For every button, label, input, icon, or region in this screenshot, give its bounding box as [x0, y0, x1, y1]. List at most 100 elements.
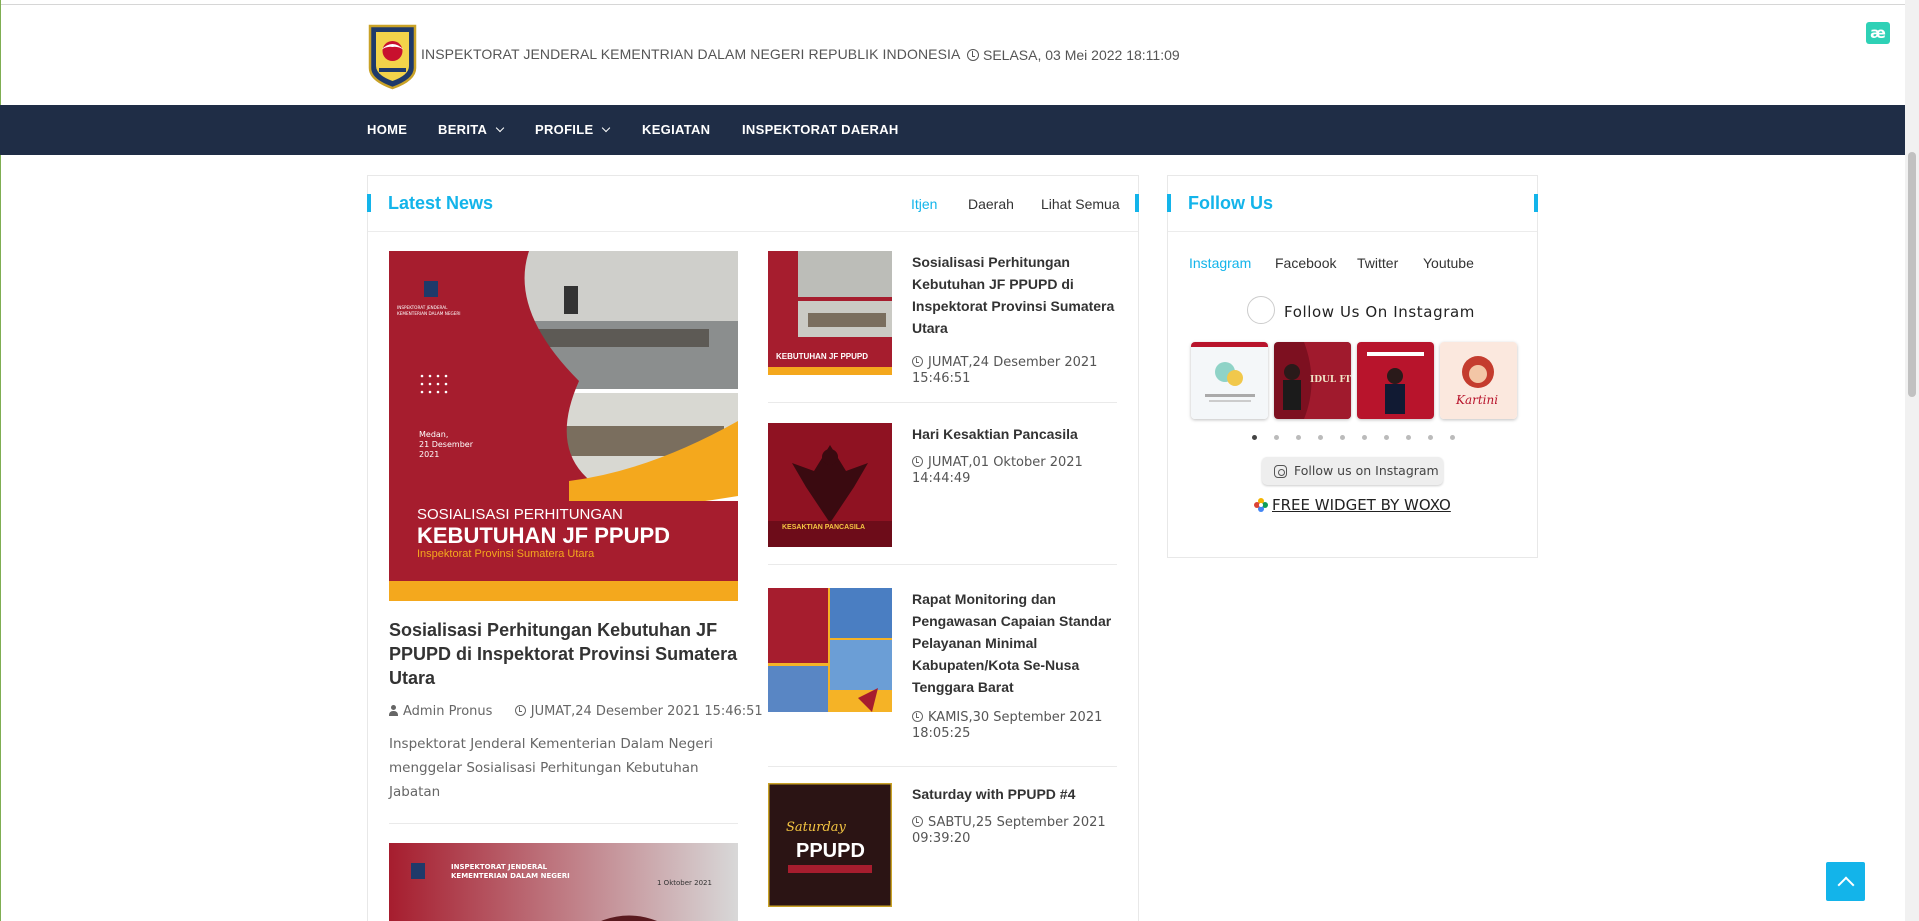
- clock-icon: [912, 816, 923, 827]
- carousel-dot[interactable]: [1252, 435, 1257, 440]
- instagram-icon: [1274, 465, 1287, 478]
- woxo-widget-label: FREE WIDGET BY WOXO: [1272, 496, 1451, 514]
- featured-image-banner-big: KEBUTUHAN JF PPUPD: [417, 523, 670, 548]
- follow-instagram-label: Follow us on Instagram: [1294, 463, 1439, 478]
- divider: [768, 766, 1117, 767]
- news-list-meta: KAMIS,30 September 2021 18:05:25: [912, 710, 1118, 742]
- second-image-org2: KEMENTERIAN DALAM NEGERI: [451, 872, 570, 880]
- featured-image-place: Medan,: [419, 430, 448, 439]
- second-image-org1: INSPEKTORAT JENDERAL: [451, 863, 548, 871]
- nav-berita[interactable]: BERITA: [438, 105, 505, 155]
- carousel-dot[interactable]: [1406, 435, 1411, 440]
- clock-icon: [912, 456, 923, 467]
- svg-text:Saturday: Saturday: [786, 820, 847, 835]
- news-list-item[interactable]: Rapat Monitoring dan Pengawasan Capaian …: [768, 588, 1118, 778]
- site-title: INSPEKTORAT JENDERAL KEMENTRIAN DALAM NE…: [421, 46, 961, 62]
- featured-image-banner-sub: Inspektorat Provinsi Sumatera Utara: [417, 548, 595, 560]
- thumb-caption: KESAKTIAN PANCASILA: [782, 524, 865, 531]
- clock-icon: [514, 705, 526, 716]
- follow-instagram-button[interactable]: Follow us on Instagram: [1262, 457, 1443, 485]
- accent-bar: [1534, 194, 1538, 212]
- carousel-dot[interactable]: [1362, 435, 1367, 440]
- clock-icon: [912, 711, 923, 722]
- news-list-title[interactable]: Sosialisasi Perhitungan Kebutuhan JF PPU…: [912, 251, 1118, 339]
- divider: [768, 564, 1117, 565]
- news-list-title[interactable]: Saturday with PPUPD #4: [912, 783, 1118, 805]
- tab-daerah[interactable]: Daerah: [968, 196, 1014, 212]
- scroll-to-top-button[interactable]: [1826, 862, 1865, 901]
- featured-news-image[interactable]: INSPEKTORAT JENDERAL KEMENTERIAN DALAM N…: [389, 251, 738, 601]
- news-thumbnail[interactable]: Saturday PPUPD: [768, 783, 892, 907]
- news-thumbnail[interactable]: [768, 588, 892, 712]
- carousel-dot[interactable]: [1428, 435, 1433, 440]
- thumb-caption: PPUPD: [796, 840, 865, 862]
- latest-news-title: Latest News: [388, 193, 494, 213]
- news-image[interactable]: INSPEKTORAT JENDERAL KEMENTERIAN DALAM N…: [389, 843, 738, 921]
- carousel-dot[interactable]: [1296, 435, 1301, 440]
- follow-us-panel: Follow Us Instagram Facebook Twitter You…: [1167, 175, 1538, 558]
- carousel-dot[interactable]: [1384, 435, 1389, 440]
- clock-text: SELASA, 03 Mei 2022 18:11:09: [983, 47, 1180, 63]
- carousel-dot[interactable]: [1274, 435, 1279, 440]
- featured-image-year: 2021: [419, 450, 439, 459]
- nav-berita-label: BERITA: [438, 122, 488, 137]
- tab-itjen[interactable]: Itjen: [911, 196, 937, 212]
- instagram-heading: Follow Us On Instagram: [1284, 303, 1475, 321]
- carousel-dot[interactable]: [1340, 435, 1345, 440]
- news-list-date: JUMAT,01 Oktober 2021 14:44:49: [912, 455, 1083, 486]
- tab-youtube[interactable]: Youtube: [1423, 255, 1474, 271]
- flower-icon: [1254, 498, 1268, 512]
- news-list-item[interactable]: Saturday PPUPD Saturday with PPUPD #4 SA…: [768, 783, 1118, 921]
- news-list-item[interactable]: KEBUTUHAN JF PPUPD Sosialisasi Perhitung…: [768, 251, 1118, 411]
- tab-instagram[interactable]: Instagram: [1189, 255, 1251, 271]
- instagram-post-caption: Kartini: [1455, 393, 1498, 407]
- scrollbar-thumb[interactable]: [1908, 152, 1916, 397]
- tab-facebook[interactable]: Facebook: [1275, 255, 1336, 271]
- instagram-post[interactable]: [1191, 342, 1268, 419]
- user-icon: [389, 705, 398, 716]
- follow-us-header: Follow Us: [1167, 176, 1538, 232]
- nav-home-label: HOME: [367, 122, 408, 137]
- featured-news-title[interactable]: Sosialisasi Perhitungan Kebutuhan JF PPU…: [389, 618, 744, 690]
- news-thumbnail[interactable]: KESAKTIAN PANCASILA: [768, 423, 892, 547]
- news-list-meta: JUMAT,01 Oktober 2021 14:44:49: [912, 455, 1118, 487]
- tab-twitter[interactable]: Twitter: [1357, 255, 1398, 271]
- site-header: INSPEKTORAT JENDERAL KEMENTRIAN DALAM NE…: [367, 24, 1267, 92]
- accent-bar: [1167, 194, 1171, 212]
- nav-home[interactable]: HOME: [367, 105, 407, 155]
- scrollbar[interactable]: [1905, 0, 1919, 921]
- tab-lihat-semua[interactable]: Lihat Semua: [1041, 196, 1120, 212]
- featured-image-org1: INSPEKTORAT JENDERAL: [397, 305, 448, 310]
- instagram-avatar[interactable]: [1247, 296, 1275, 324]
- news-list-date: KAMIS,30 September 2021 18:05:25: [912, 710, 1103, 741]
- accent-bar: [367, 194, 371, 212]
- news-list-item[interactable]: KESAKTIAN PANCASILA Hari Kesaktian Panca…: [768, 423, 1118, 573]
- nav-kegiatan-label: KEGIATAN: [642, 122, 711, 137]
- carousel-dot[interactable]: [1318, 435, 1323, 440]
- news-thumbnail[interactable]: KEBUTUHAN JF PPUPD: [768, 251, 892, 375]
- divider: [389, 823, 738, 824]
- featured-news-excerpt: Inspektorat Jenderal Kementerian Dalam N…: [389, 736, 714, 800]
- featured-news-date: JUMAT,24 Desember 2021 15:46:51: [530, 704, 763, 719]
- news-list-title[interactable]: Rapat Monitoring dan Pengawasan Capaian …: [912, 588, 1118, 698]
- instagram-post[interactable]: [1357, 342, 1434, 419]
- divider: [768, 402, 1117, 403]
- follow-us-title: Follow Us: [1188, 193, 1273, 213]
- woxo-widget-link[interactable]: FREE WIDGET BY WOXO: [1254, 496, 1451, 514]
- nav-kegiatan[interactable]: KEGIATAN: [642, 105, 710, 155]
- carousel-dot[interactable]: [1450, 435, 1455, 440]
- instagram-post[interactable]: Kartini: [1440, 342, 1517, 419]
- instagram-post-caption: IDUL FITRI: [1310, 375, 1351, 385]
- nav-profile-label: PROFILE: [535, 122, 594, 137]
- nav-profile[interactable]: PROFILE: [535, 105, 611, 155]
- clock-icon: [912, 356, 923, 367]
- chevron-down-icon: [495, 123, 505, 133]
- news-list-meta: JUMAT,24 Desember 2021 15:46:51: [912, 355, 1118, 387]
- instagram-post[interactable]: IDUL FITRI: [1274, 342, 1351, 419]
- nav-inspektorat-daerah[interactable]: INSPEKTORAT DAERAH: [742, 105, 899, 155]
- accent-bar: [1135, 194, 1139, 212]
- kemendagri-logo[interactable]: [367, 24, 418, 90]
- news-list-title[interactable]: Hari Kesaktian Pancasila: [912, 423, 1118, 445]
- news-list-meta: SABTU,25 September 2021 09:39:20: [912, 815, 1118, 847]
- extension-icon[interactable]: æ: [1866, 22, 1890, 44]
